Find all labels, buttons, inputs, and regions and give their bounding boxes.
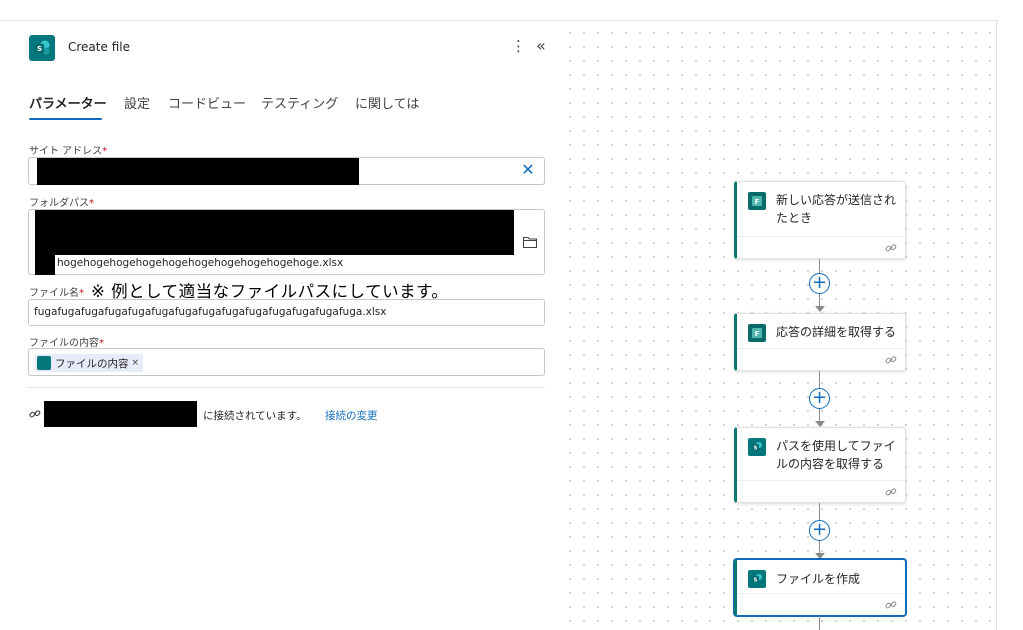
node-footer [737, 348, 905, 370]
dynamic-content-token[interactable]: ファイルの内容 × [35, 354, 144, 372]
file-name-label: ファイル名* [29, 288, 84, 299]
right-edge-divider [996, 20, 997, 630]
node-title: パスを使用してファイルの内容を取得する [776, 439, 896, 471]
node-footer [737, 236, 905, 258]
svg-text:F: F [755, 330, 760, 338]
required-marker: * [102, 146, 108, 157]
connector-line [819, 616, 820, 630]
flow-node-get-file-content[interactable]: S パスを使用してファイルの内容を取得する [734, 427, 906, 503]
connection-status-text: に接続されています。 [203, 410, 307, 422]
sharepoint-icon: S [748, 570, 766, 588]
connector-line [819, 371, 820, 388]
tab-testing[interactable]: テスティング [261, 93, 338, 112]
svg-text:S: S [37, 45, 42, 53]
flow-node-create-file[interactable]: S ファイルを作成 [734, 559, 906, 616]
file-content-input[interactable]: ファイルの内容 × [28, 348, 545, 376]
file-name-value: fugafugafugafugafugafugafugafugafugafuga… [34, 306, 387, 318]
svg-text:F: F [755, 198, 760, 206]
redacted-connection-name [44, 401, 197, 427]
node-footer [737, 593, 905, 615]
sharepoint-icon: S [29, 35, 55, 61]
required-marker: * [89, 198, 94, 209]
section-divider [28, 387, 545, 388]
active-tab-indicator [29, 118, 102, 120]
forms-icon: F [748, 324, 766, 342]
site-address-dropdown[interactable]: ✕ [28, 157, 545, 185]
folder-path-label: フォルダパス* [29, 198, 94, 209]
change-connection-link[interactable]: 接続の変更 [325, 408, 378, 423]
tab-settings[interactable]: 設定 [124, 93, 150, 112]
sharepoint-icon: S [748, 438, 766, 456]
tab-code-view[interactable]: コードビュー [168, 93, 246, 112]
node-title: 新しい応答が送信されたとき [776, 193, 897, 225]
tab-about[interactable]: に関しては [355, 93, 419, 112]
more-vertical-icon[interactable]: ⋮ [511, 38, 526, 54]
redacted-folder-path-prefix [35, 254, 55, 275]
link-icon [29, 410, 41, 418]
redacted-site-address [37, 158, 359, 185]
node-title: 応答の詳細を取得する [776, 325, 897, 339]
action-title: Create file [68, 40, 130, 54]
folder-path-value: hogehogehogehogehogehogehogehogehogehoge… [57, 257, 344, 269]
double-chevron-left-icon[interactable]: « [536, 37, 552, 55]
link-icon [885, 356, 897, 364]
link-icon [885, 488, 897, 496]
add-step-button[interactable]: + [809, 520, 830, 541]
connector-arrow [815, 306, 825, 312]
tab-parameters[interactable]: パラメーター [29, 93, 107, 112]
clear-icon[interactable]: ✕ [520, 162, 536, 178]
folder-icon[interactable] [522, 235, 538, 249]
svg-text:S: S [754, 446, 758, 452]
folder-path-input[interactable]: hogehogehogehogehogehogehogehogehogehoge… [28, 209, 545, 275]
redacted-folder-path [35, 210, 514, 255]
node-footer [737, 480, 905, 502]
forms-icon: F [748, 192, 766, 210]
required-marker: * [79, 288, 84, 299]
flow-node-get-response-details[interactable]: F 応答の詳細を取得する [734, 313, 906, 371]
link-icon [885, 601, 897, 609]
file-name-input[interactable]: fugafugafugafugafugafugafugafugafugafuga… [28, 299, 545, 326]
site-address-label: サイト アドレス* [29, 146, 108, 157]
remove-token-icon[interactable]: × [132, 358, 140, 368]
file-content-label: ファイルの内容* [29, 338, 104, 349]
node-title: ファイルを作成 [776, 572, 861, 586]
flow-node-trigger[interactable]: F 新しい応答が送信されたとき [734, 181, 906, 259]
add-step-button[interactable]: + [809, 273, 830, 294]
svg-text:S: S [754, 578, 758, 584]
connector-line [819, 259, 820, 273]
sharepoint-icon [37, 356, 51, 370]
flow-canvas[interactable]: F 新しい応答が送信されたとき + F 応答の詳細を取得する + S パスを使用… [560, 21, 996, 630]
link-icon [885, 244, 897, 252]
action-properties-panel: S Create file ⋮ « パラメーター 設定 コードビュー テスティン… [0, 21, 560, 630]
connector-line [819, 503, 820, 520]
add-step-button[interactable]: + [809, 388, 830, 409]
token-label: ファイルの内容 [55, 357, 129, 370]
